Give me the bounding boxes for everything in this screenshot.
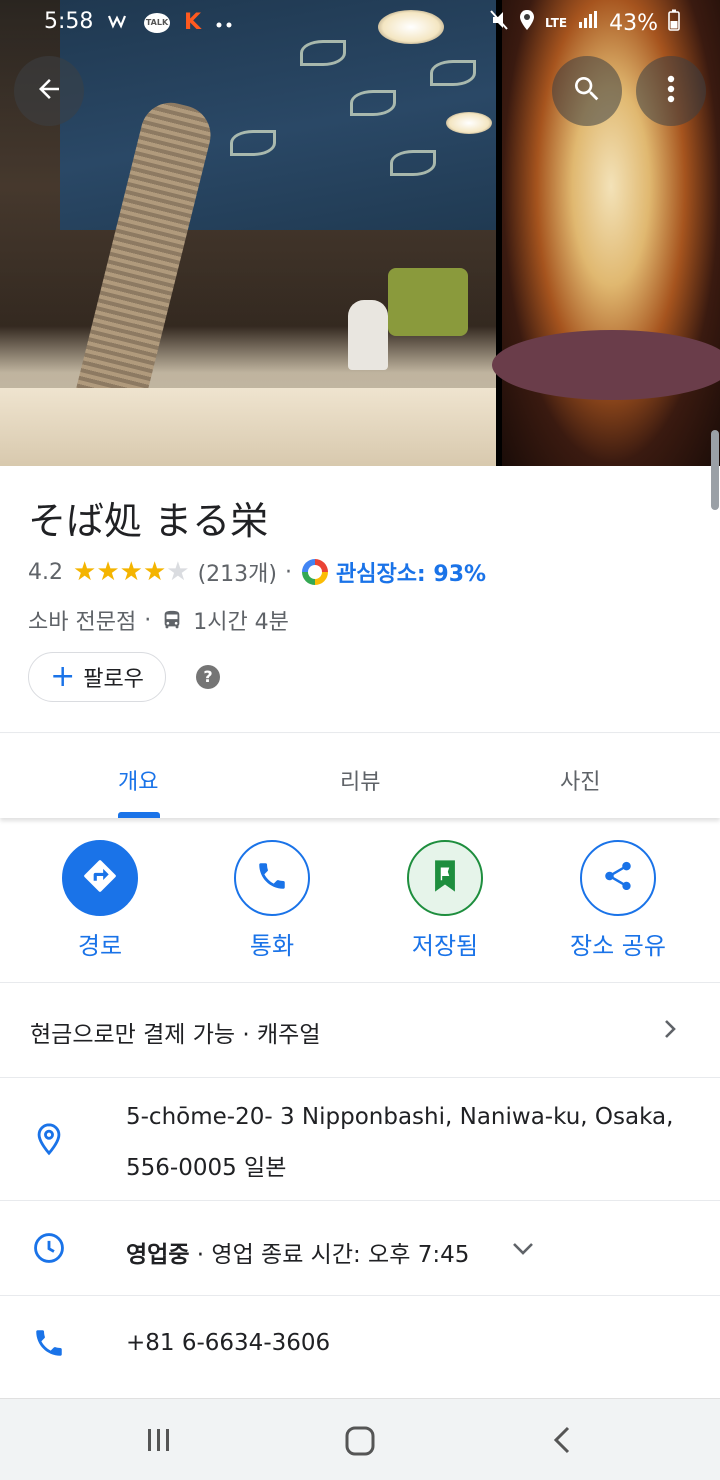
home-button[interactable] [344,1425,376,1461]
place-name: そば処 まる栄 [28,499,269,543]
notification-icon [107,10,130,35]
open-status: 영업중 [126,1242,190,1268]
plus-icon: + [50,659,76,694]
hours-row[interactable]: 영업중 · 영업 종료 시간: 오후 7:45 [0,1201,720,1295]
phone-number: +81 6-6634-3606 [126,1330,331,1356]
counter [0,388,496,466]
follow-label: 팔로우 [83,667,144,692]
rating-row[interactable]: 4.2 ★ ★ ★ ★ ★ (213개) · 관심장소: 93% [28,556,486,588]
network-label: LTE [545,16,568,30]
address-row[interactable]: 5-chōme-20- 3 Nipponbashi, Naniwa-ku, Os… [0,1078,720,1200]
clock-icon [32,1231,66,1269]
tab-bar: 개요 리뷰 사진 [0,734,720,818]
address-line-2: 556-0005 일본 [126,1155,287,1181]
category: 소바 전문점 [28,610,137,635]
action-buttons: 경로 통화 저장됨 장소 공유 [0,840,720,970]
location-pin-icon [32,1122,66,1160]
system-nav-bar [0,1398,720,1480]
divider [0,732,720,733]
call-label: 통화 [249,932,295,960]
location-icon [519,9,535,37]
call-button[interactable]: 통화 [192,840,352,961]
star-icon: ★ [119,557,143,587]
help-button[interactable]: ? [196,665,220,689]
bookmark-icon [430,859,460,897]
category-row: 소바 전문점 · 1시간 4분 [28,604,289,636]
closing-time: · 영업 종료 시간: 오후 7:45 [189,1242,470,1268]
saved-button[interactable]: 저장됨 [365,840,525,961]
star-icon: ★ [73,557,97,587]
back-nav-button[interactable] [550,1425,574,1459]
saved-label: 저장됨 [411,932,479,960]
directions-icon [81,857,119,899]
signal-icon [577,10,599,36]
follow-button[interactable]: + 팔로우 [28,652,166,702]
rating-value: 4.2 [28,559,63,585]
pitcher [388,268,468,336]
share-button[interactable]: 장소 공유 [538,840,698,961]
tab-reviews[interactable]: 리뷰 [340,764,380,796]
share-icon [601,859,635,897]
more-dots-icon [215,10,235,35]
scrollbar[interactable] [711,430,719,510]
google-icon [301,559,328,585]
kakaotalk-icon: TALK [144,12,170,33]
more-options-button[interactable] [636,56,706,126]
back-button[interactable] [14,56,84,126]
chevron-right-icon [662,1017,678,1045]
star-icon: ★ [96,557,120,587]
bus-icon [161,608,183,632]
transit-time: 1시간 4분 [193,610,289,635]
phone-icon [255,859,289,897]
directions-label: 경로 [77,932,123,960]
separator-dot: · [144,607,152,633]
more-vert-icon [667,75,675,107]
chevron-down-icon[interactable] [512,1241,534,1260]
search-button[interactable] [552,56,622,126]
k-app-icon: K [184,10,202,35]
address-line-1: 5-chōme-20- 3 Nipponbashi, Naniwa-ku, Os… [126,1104,674,1130]
arrow-back-icon [34,74,64,108]
review-count[interactable]: (213개) [198,556,277,588]
star-icon: ★ [142,557,167,587]
chef [348,300,388,370]
battery-icon [668,9,680,37]
status-time: 5:58 [44,9,94,34]
share-label: 장소 공유 [570,932,666,960]
directions-button[interactable]: 경로 [20,840,180,961]
attributes-row[interactable]: 현금으로만 결제 가능 · 캐주얼 [0,983,720,1077]
phone-row[interactable]: +81 6-6634-3606 [0,1296,720,1390]
tab-indicator [118,812,160,818]
mute-icon [489,9,509,37]
interest-match[interactable]: 관심장소: 93% [336,556,486,588]
star-empty-icon: ★ [166,557,190,587]
search-icon [571,73,603,109]
phone-icon [32,1326,66,1364]
separator-dot: · [284,559,292,585]
tab-photos[interactable]: 사진 [560,764,600,796]
star-rating: ★ ★ ★ ★ ★ [73,559,190,585]
attributes-text: 현금으로만 결제 가능 · 캐주얼 [30,1022,321,1048]
battery-percent: 43% [609,10,658,36]
status-bar: 5:58 TALK K LTE 43% [0,0,720,44]
tab-overview[interactable]: 개요 [118,764,158,796]
recent-apps-button[interactable] [144,1425,174,1459]
hours-text: 영업중 · 영업 종료 시간: 오후 7:45 [126,1235,469,1269]
